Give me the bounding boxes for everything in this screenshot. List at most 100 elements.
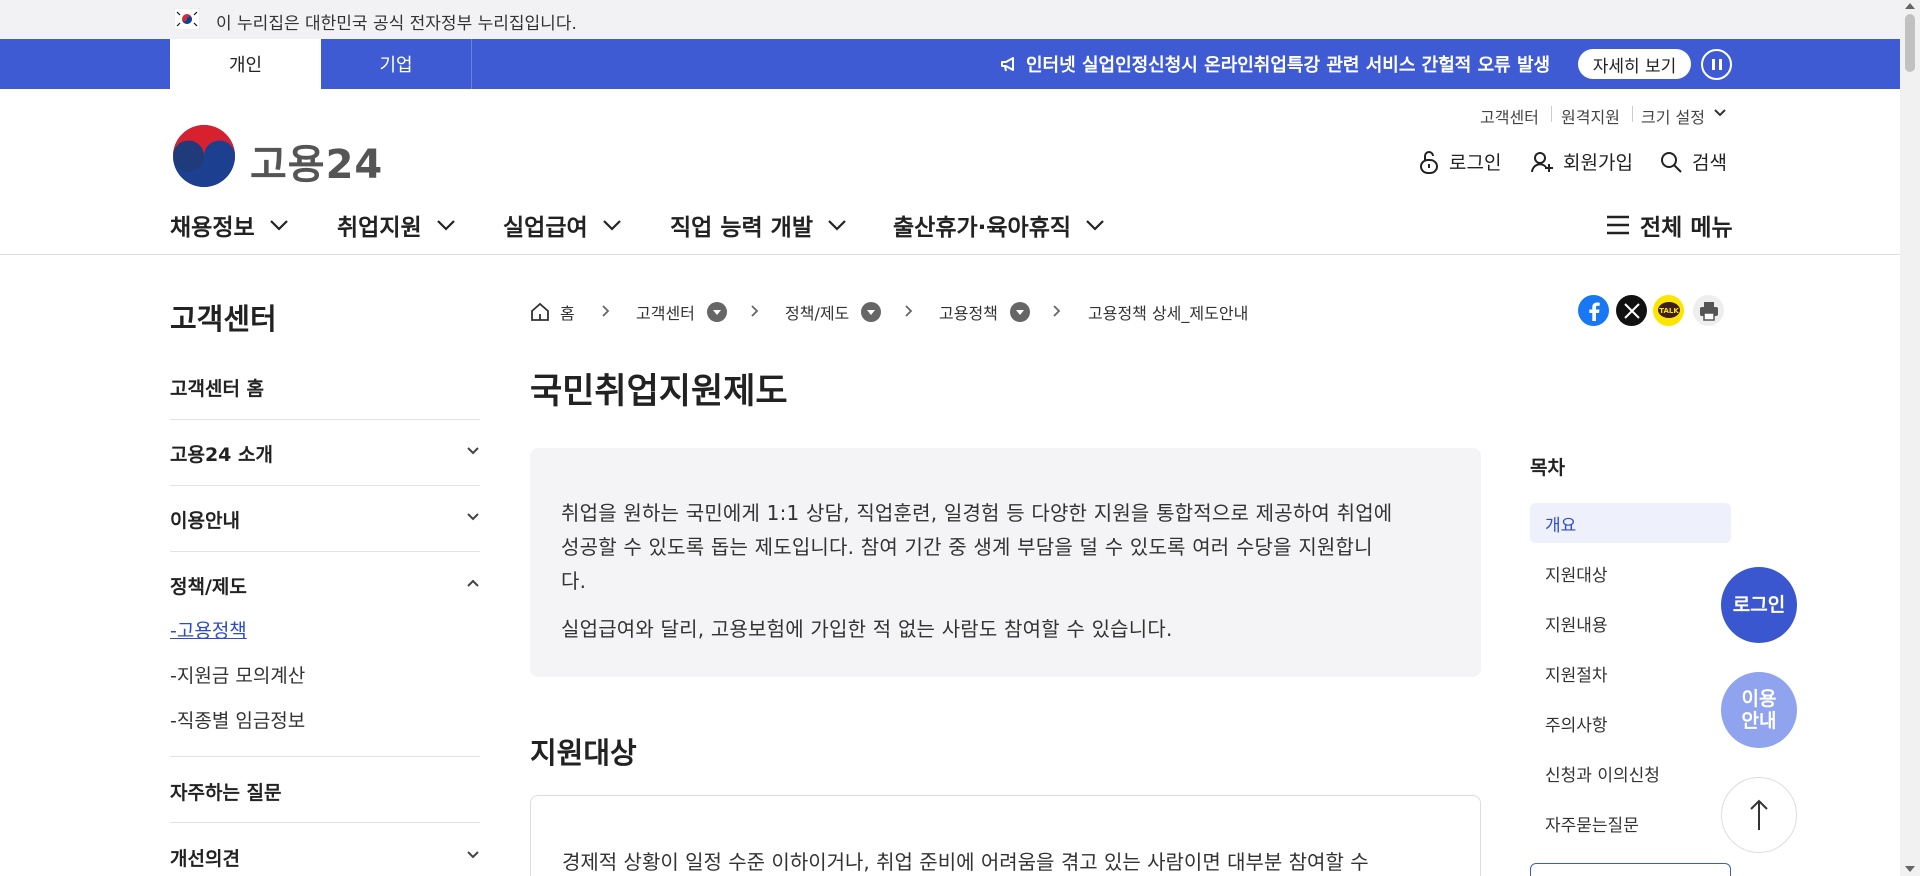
pause-button[interactable]: [1701, 49, 1732, 80]
sidebar-item-about[interactable]: 고용24 소개: [170, 440, 480, 467]
scrollbar[interactable]: [1900, 0, 1920, 876]
sidebar-item-cs-home[interactable]: 고객센터 홈: [170, 374, 480, 401]
intro-box: 취업을 원하는 국민에게 1:1 상담, 직업훈련, 일경험 등 다양한 지원을…: [530, 448, 1481, 677]
search-icon: [1661, 151, 1682, 173]
chevron-right-icon: [751, 305, 759, 317]
scroll-top-button[interactable]: [1721, 777, 1797, 853]
scrollbar-thumb[interactable]: [1905, 14, 1915, 72]
korea-flag-icon: [174, 8, 200, 30]
gnb-employment-support[interactable]: 취업지원: [337, 208, 456, 242]
section-box: 경제적 상황이 일정 수준 이하이거나, 취업 준비에 어려움을 겪고 있는 사…: [530, 795, 1481, 876]
chevron-down-icon: [269, 220, 288, 231]
megaphone-icon: [1001, 57, 1014, 72]
chevron-down-icon: [828, 220, 846, 231]
add-user-icon: [1531, 151, 1553, 172]
sidebar-sub-subsidy-calc[interactable]: -지원금 모의계산: [170, 661, 305, 688]
gov-banner: 이 누리집은 대한민국 공식 전자정부 누리집입니다.: [0, 0, 1900, 39]
chevron-right-icon: [602, 305, 610, 317]
logo-emblem-icon[interactable]: [172, 124, 236, 188]
breadcrumb-home[interactable]: 홈: [530, 300, 575, 324]
x-share-button[interactable]: [1616, 295, 1647, 326]
login-link[interactable]: 로그인: [1418, 148, 1501, 175]
sidebar-item-policy[interactable]: 정책/제도: [170, 572, 480, 599]
util-link-cs[interactable]: 고객센터: [1480, 104, 1539, 128]
util-link-remote[interactable]: 원격지원: [1561, 104, 1620, 128]
breadcrumb-emp-policy[interactable]: 고용정책: [939, 300, 1030, 324]
dropdown-icon[interactable]: [861, 302, 882, 322]
hamburger-icon: [1607, 215, 1629, 235]
arrow-up-icon: [1750, 799, 1768, 830]
tab-personal[interactable]: 개인: [170, 39, 321, 89]
sidebar-item-feedback[interactable]: 개선의견: [170, 844, 480, 871]
home-icon: [531, 302, 549, 321]
sidebar-item-faq[interactable]: 자주하는 질문: [170, 778, 480, 805]
kakao-talk-icon: TALK: [1657, 301, 1680, 318]
notice[interactable]: 인터넷 실업인정신청시 온라인취업특강 관련 서비스 간헐적 오류 발생: [1000, 39, 1550, 89]
toc-item-target[interactable]: 지원대상: [1530, 553, 1731, 593]
gnb-unemployment[interactable]: 실업급여: [503, 208, 622, 242]
page-title: 국민취업지원제도: [530, 372, 788, 412]
svg-text:TALK: TALK: [1659, 307, 1679, 315]
printer-icon: [1699, 301, 1718, 321]
sidebar-sub-employment-policy[interactable]: -고용정책: [170, 616, 247, 643]
search-button[interactable]: 검색: [1659, 148, 1727, 175]
sidebar-divider: [170, 551, 480, 552]
all-menu-button[interactable]: 전체 메뉴: [1606, 208, 1733, 242]
sidebar-sub-wage-info[interactable]: -직종별 임금정보: [170, 706, 305, 733]
toc-item-procedure[interactable]: 지원절차: [1530, 653, 1731, 693]
gov-banner-text: 이 누리집은 대한민국 공식 전자정부 누리집입니다.: [216, 14, 577, 34]
toc-item-faq[interactable]: 자주묻는질문: [1530, 803, 1731, 843]
lock-icon: [1420, 150, 1438, 174]
section-text: 경제적 상황이 일정 수준 이하이거나, 취업 준비에 어려움을 겪고 있는 사…: [562, 850, 1369, 874]
toc-item-overview[interactable]: 개요: [1530, 503, 1731, 543]
facebook-share-button[interactable]: [1578, 295, 1609, 326]
section-title: 지원대상: [530, 736, 637, 770]
chevron-down-icon: [436, 220, 455, 231]
breadcrumb-policy[interactable]: 정책/제도: [785, 300, 882, 324]
kakao-share-button[interactable]: TALK: [1653, 295, 1684, 326]
notice-text: 인터넷 실업인정신청시 온라인취업특강 관련 서비스 간헐적 오류 발생: [1026, 55, 1551, 76]
chevron-down-icon: [467, 447, 479, 455]
toc-title: 목차: [1530, 457, 1565, 479]
scroll-up-arrow[interactable]: [1905, 3, 1915, 9]
gnb-skills[interactable]: 직업 능력 개발: [670, 208, 847, 242]
dropdown-icon[interactable]: [706, 302, 727, 322]
toc-item-caution[interactable]: 주의사항: [1530, 703, 1731, 743]
sidebar-divider: [170, 485, 480, 486]
util-divider: [1551, 106, 1552, 122]
util-link-size[interactable]: 크기 설정: [1641, 104, 1705, 128]
floating-login-button[interactable]: 로그인: [1721, 567, 1797, 643]
intro-text-line: 실업급여와 달리, 고용보험에 가입한 적 없는 사람도 참여할 수 있습니다.: [561, 617, 1173, 641]
pause-icon: [1712, 59, 1715, 70]
sidebar-divider: [170, 822, 480, 823]
breadcrumb-current: 고용정책 상세_제도안내: [1088, 304, 1249, 323]
chevron-right-icon: [905, 305, 913, 317]
tab-business[interactable]: 기업: [321, 39, 472, 89]
chevron-up-icon: [467, 579, 479, 587]
signup-link[interactable]: 회원가입: [1530, 148, 1633, 175]
toc-item-content[interactable]: 지원내용: [1530, 603, 1731, 643]
sidebar-item-guide[interactable]: 이용안내: [170, 506, 480, 533]
print-button[interactable]: [1693, 295, 1724, 326]
floating-guide-button[interactable]: 이용 안내: [1721, 672, 1797, 748]
toc-item-apply[interactable]: 신청과 이의신청: [1530, 753, 1731, 793]
intro-text-line: 다.: [561, 569, 587, 593]
intro-text-line: 취업을 원하는 국민에게 1:1 상담, 직업훈련, 일경험 등 다양한 지원을…: [561, 501, 1393, 525]
chevron-down-icon: [467, 851, 479, 859]
logo-text[interactable]: 고용24: [250, 132, 383, 190]
gnb-parental-leave[interactable]: 출산휴가·육아휴직: [893, 208, 1105, 242]
chevron-down-icon: [1714, 109, 1726, 117]
intro-text-line: 성공할 수 있도록 돕는 제도입니다. 참여 기간 중 생계 부담을 덜 수 있…: [561, 535, 1373, 559]
dropdown-icon[interactable]: [1009, 302, 1030, 322]
facebook-icon: [1588, 302, 1600, 321]
chevron-down-icon: [1086, 220, 1104, 231]
gnb-jobs[interactable]: 채용정보: [170, 208, 289, 242]
toc-more-button[interactable]: [1530, 863, 1731, 876]
scroll-down-arrow[interactable]: [1905, 866, 1915, 872]
header-divider: [0, 254, 1900, 255]
breadcrumb-cs[interactable]: 고객센터: [636, 300, 727, 324]
notice-more-button[interactable]: 자세히 보기: [1578, 49, 1691, 79]
top-bar: 개인 기업 인터넷 실업인정신청시 온라인취업특강 관련 서비스 간헐적 오류 …: [0, 39, 1900, 89]
chevron-down-icon: [602, 220, 621, 231]
sidebar-divider: [170, 419, 480, 420]
